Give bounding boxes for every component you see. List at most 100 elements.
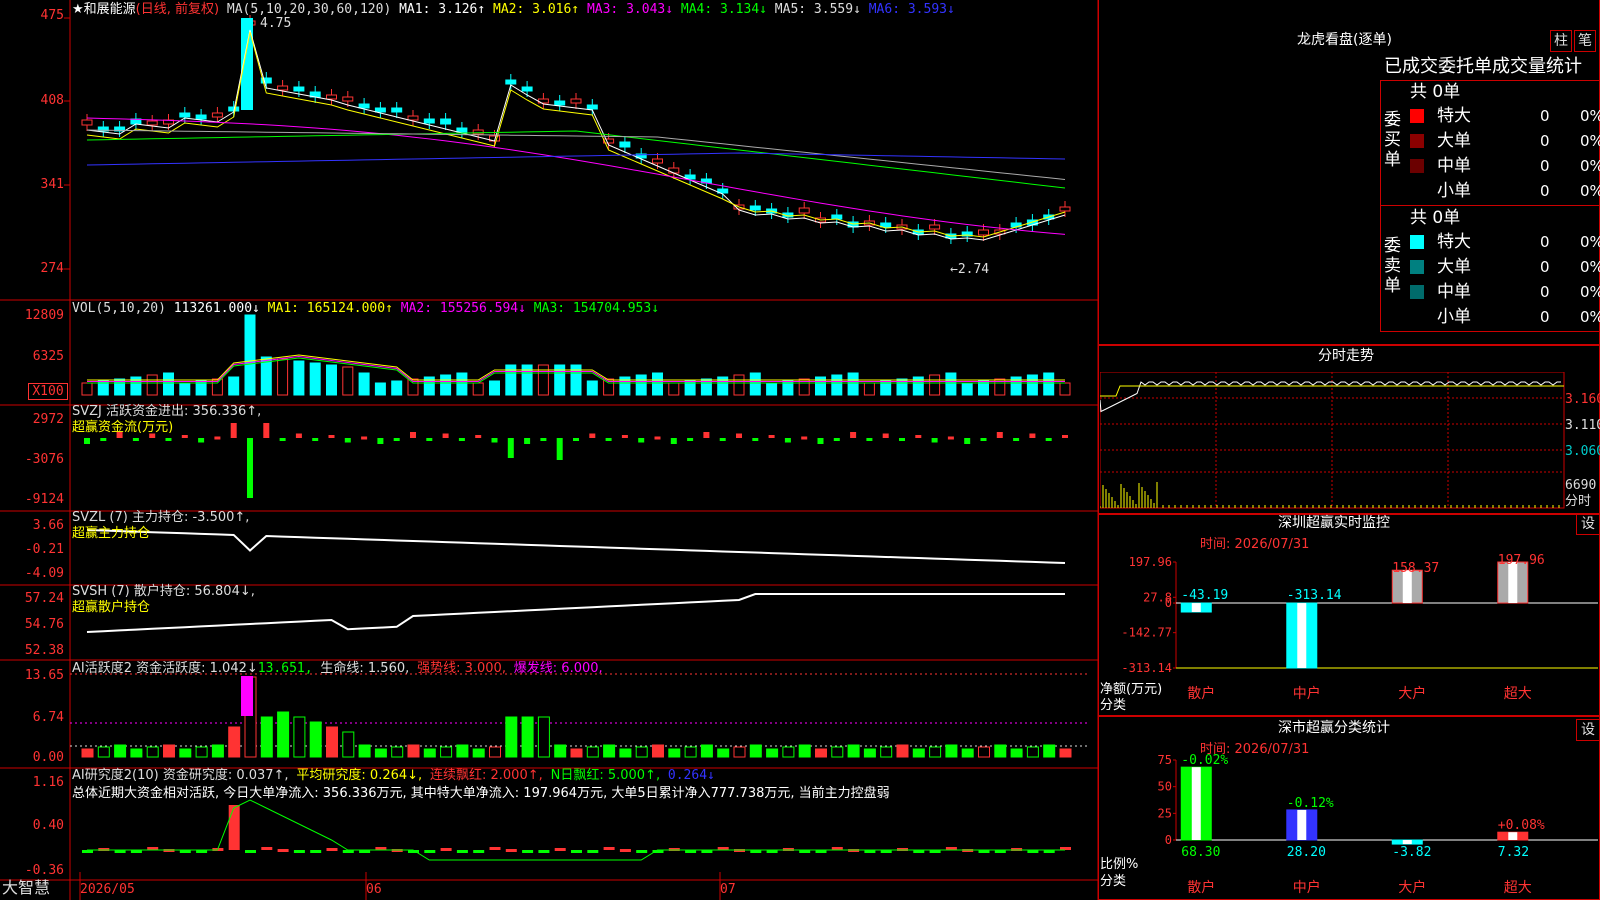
sell-label: 委卖单: [1384, 236, 1401, 296]
candle-body: [391, 107, 403, 113]
candle-body: [978, 229, 989, 236]
svzj-bar: [784, 438, 791, 443]
ai-activity-bar: [423, 748, 436, 758]
ai-research-bar: [293, 850, 305, 853]
sz-monitor-title: 深圳超赢实时监控: [1278, 515, 1390, 531]
volume-unit-badge[interactable]: X100: [28, 383, 68, 400]
volume-bar: [277, 358, 289, 396]
svzj-bar: [621, 435, 628, 438]
svzj-bar: [899, 438, 905, 441]
chart-data-label: -0.12%: [1287, 796, 1334, 811]
ai-activity-bar: [896, 744, 909, 758]
svzj-bar: [458, 438, 465, 441]
svzj-bar: [850, 432, 857, 438]
order-type-label: 中单: [1437, 156, 1471, 176]
svzj-bar: [687, 438, 694, 441]
volume-bar: [847, 372, 859, 396]
ai-activity-bar: [586, 746, 599, 758]
sz-class-settings-button[interactable]: 设: [1576, 719, 1600, 741]
svzj-bar: [295, 433, 302, 438]
order-percent: 0%: [1580, 182, 1600, 200]
candle-body: [505, 79, 517, 85]
candle-body: [440, 118, 452, 125]
intraday-price-3: 3.060: [1565, 444, 1600, 459]
chart-value-label: 28.20: [1287, 845, 1326, 860]
ai-activity-bar: [603, 744, 616, 758]
chart-value-label: 7.32: [1498, 845, 1529, 860]
ai-activity-bar: [505, 716, 518, 758]
color-swatch: [1410, 235, 1424, 249]
ma-line: [86, 130, 1066, 189]
ma3-value: MA3: 3.043↓: [586, 2, 674, 17]
sz-class-title: 深市超赢分类统计: [1278, 720, 1390, 736]
order-row: 大单 0 0%: [1410, 130, 1600, 152]
order-percent: 0%: [1580, 132, 1600, 150]
candle-body: [211, 112, 223, 118]
volume-bar: [766, 382, 778, 396]
ai-activity-bar: [978, 746, 990, 758]
candle-body: [831, 214, 843, 220]
y-tick: 6.74: [32, 710, 64, 725]
order-type-label: 大单: [1437, 131, 1471, 151]
svzj-bar: [491, 438, 498, 443]
order-type-label: 小单: [1437, 307, 1471, 327]
svzj-bar: [1029, 433, 1036, 438]
ai-research-bar: [228, 805, 240, 850]
svzj-bar: [1062, 435, 1068, 438]
ai-research-bar: [587, 850, 599, 853]
svzj-bar: [556, 438, 563, 460]
volume-bar: [342, 366, 354, 396]
volume-bar: [244, 314, 256, 396]
order-percent: 0%: [1580, 233, 1600, 251]
volume-bar: [456, 372, 468, 396]
ai-activity-bar: [815, 748, 827, 758]
intraday-price-1: 3.160: [1565, 392, 1600, 407]
volume-header: VOL(5,10,20) 113261.000↓ MA1: 165124.000…: [72, 301, 659, 316]
y-tick: 408: [40, 93, 64, 108]
order-type-label: 中单: [1437, 282, 1471, 302]
ai-activity-bar: [228, 726, 241, 758]
candle-body: [342, 96, 354, 102]
svzj-bar: [198, 438, 205, 443]
tick-mode-button[interactable]: 笔: [1574, 30, 1596, 52]
y-tick: 341: [40, 177, 64, 192]
ai-research-bar: [522, 850, 534, 853]
y-tick: 0.00: [32, 750, 64, 765]
bar-mode-button[interactable]: 柱: [1550, 30, 1572, 52]
order-percent: 0%: [1580, 157, 1600, 175]
volume-bar: [635, 374, 647, 396]
sz-monitor-settings-button[interactable]: 设: [1576, 513, 1600, 535]
svzj-bar: [605, 438, 612, 441]
order-type-label: 大单: [1437, 257, 1471, 277]
ma1-value: MA1: 3.126↑: [399, 2, 486, 17]
candle-body: [456, 127, 468, 133]
order-percent: 0%: [1580, 107, 1600, 125]
volume-bar: [1043, 372, 1055, 396]
candle-body: [521, 86, 533, 92]
intraday-chart[interactable]: [1100, 372, 1600, 512]
svzj-bar: [931, 438, 938, 443]
volume-bar: [863, 382, 875, 396]
svzj-bar: [132, 438, 139, 441]
ai-research-bar: [456, 850, 468, 853]
chart-y-tick: 0: [1165, 596, 1172, 610]
ai-activity-bar: [195, 746, 208, 758]
ai-activity-bar: [1026, 746, 1039, 758]
svzj-bar: [1013, 438, 1020, 441]
svzj-bar: [703, 432, 710, 438]
ai-research-bars: [82, 799, 1071, 861]
volume-bar: [1059, 382, 1071, 396]
low-price-mark: ←2.74: [950, 262, 990, 277]
kline-chart-area[interactable]: [0, 0, 1100, 900]
ai-activity-bar: [700, 744, 713, 758]
ai-research-bar: [440, 848, 452, 851]
sz-monitor-xlabel: 分类: [1100, 698, 1127, 713]
candle-body: [798, 207, 810, 214]
ai-activity-bar: [81, 748, 94, 758]
chart-bar-highlight: [1297, 603, 1307, 668]
order-count: 0: [1540, 107, 1550, 125]
svzj-bar: [263, 423, 270, 438]
ai-research-bar: [603, 847, 615, 850]
ai-activity-bar: [733, 746, 746, 758]
ai-activity-bar: [994, 744, 1007, 758]
